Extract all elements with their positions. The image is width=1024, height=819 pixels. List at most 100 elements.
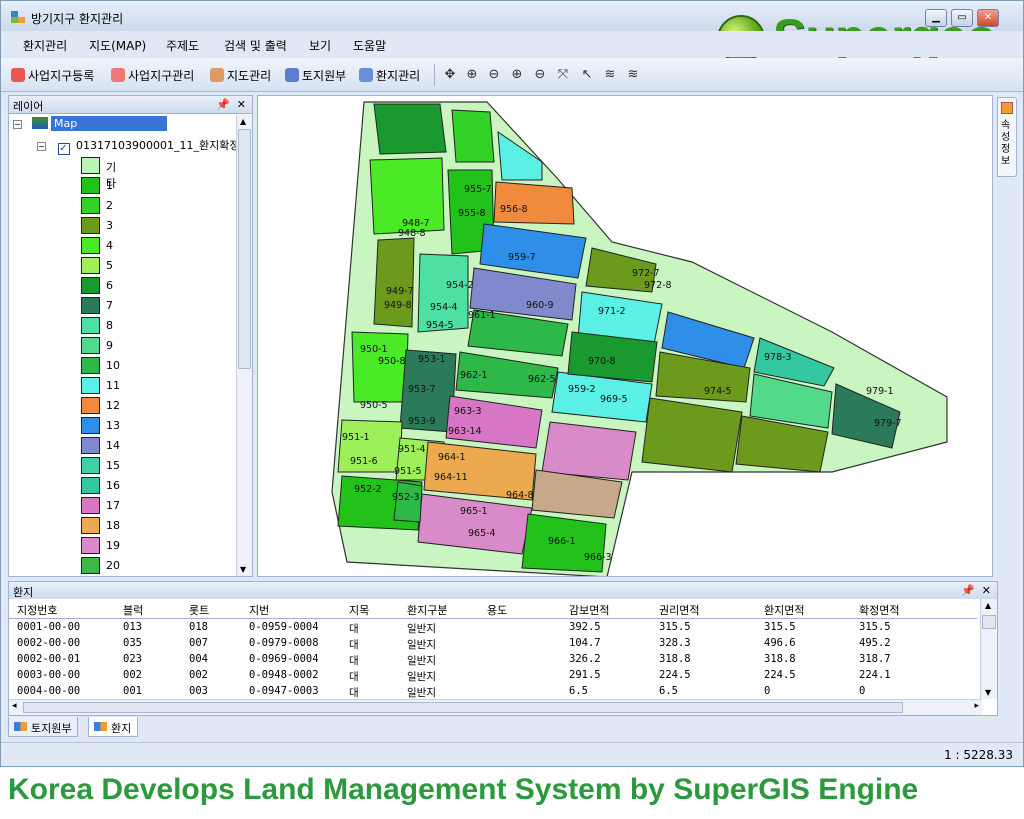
table-row[interactable]: 0001-00-00 013 018 0-0959-0004 대 일반지 392.5 315.… [9, 620, 977, 636]
table-cell: 318.8 [659, 653, 691, 665]
grid-horizontal-scrollbar[interactable]: ◂ ▸ [9, 699, 982, 715]
tab-land-register[interactable]: 토지원부 [8, 717, 79, 737]
tab-icon [14, 722, 27, 731]
select-icon[interactable]: ↖ [579, 67, 595, 83]
legend-swatch [81, 197, 100, 214]
attribute-info-tab[interactable]: 속성정보 [997, 97, 1017, 177]
collapse-icon[interactable]: − [37, 142, 46, 151]
legend-label: 9 [106, 339, 113, 352]
collapse-icon[interactable]: − [13, 120, 22, 129]
parcel-label: 963-14 [448, 426, 482, 437]
table-row[interactable]: 0003-00-00 002 002 0-0948-0002 대 일반지 291.5 224.… [9, 668, 977, 684]
scroll-left-icon[interactable]: ◂ [12, 701, 17, 711]
parcel-label: 950-8 [378, 356, 406, 367]
legend-label: 7 [106, 299, 113, 312]
scroll-thumb[interactable] [982, 615, 996, 629]
column-header[interactable]: 감보면적 [569, 602, 609, 618]
scroll-down-icon[interactable]: ▼ [985, 688, 991, 697]
scroll-thumb[interactable] [23, 702, 903, 713]
map-manage-button[interactable]: 지도관리 [210, 67, 271, 84]
tree-node-layer[interactable]: − ✓ 01317103900001_11_환지확정 [37, 137, 237, 155]
grid-vertical-scrollbar[interactable]: ▲ ▼ [980, 599, 997, 699]
parcel-block[interactable] [351, 331, 409, 403]
map-node-label: Map [51, 116, 168, 131]
zoom-in-icon[interactable]: ⊕ [509, 67, 525, 83]
layer-stack-2-icon[interactable]: ≋ [625, 67, 641, 83]
layer-stack-icon[interactable]: ≋ [602, 67, 618, 83]
close-icon[interactable]: ✕ [982, 584, 991, 597]
table-cell: 224.5 [764, 669, 796, 681]
scroll-up-icon[interactable]: ▲ [240, 117, 246, 126]
table-cell: 대 [349, 671, 359, 683]
parcel-label: 949-8 [384, 300, 412, 311]
column-header[interactable]: 권리면적 [659, 602, 699, 618]
map-manage-label: 지도관리 [227, 69, 272, 83]
scroll-up-icon[interactable]: ▲ [985, 601, 991, 610]
column-header[interactable]: 지정번호 [17, 602, 57, 618]
zoom-out-icon[interactable]: ⊖ [532, 67, 548, 83]
zoom-previous-icon[interactable]: ⊖ [486, 67, 502, 83]
column-header[interactable]: 용도 [487, 602, 507, 618]
replotting-grid-panel: 환지 📌 ✕ 지정번호 블럭 롯트 지번 지목 환지구분 용도 감보면적 권리면적 환지면적 확정면… [8, 581, 998, 716]
pin-icon[interactable]: 📌 [216, 98, 230, 111]
manage-district-button[interactable]: 사업지구관리 [111, 67, 194, 84]
map-view[interactable]: 955-7 955-8 956-8 948-7 948-8 959-7 972-7 972-8… [257, 95, 993, 577]
parcel-block[interactable] [493, 181, 575, 225]
table-cell: 대 [349, 623, 359, 635]
tab-replotting[interactable]: 환지 [88, 717, 139, 737]
table-cell: 023 [123, 653, 142, 665]
table-cell: 일반지 [407, 623, 436, 635]
scroll-thumb[interactable] [238, 129, 251, 369]
tree-node-map[interactable]: − Map [13, 116, 168, 131]
layer-scrollbar[interactable]: ▲ ▼ [236, 115, 252, 576]
table-row[interactable]: 0002-00-01 023 004 0-0969-0004 대 일반지 326.2 318.… [9, 652, 977, 668]
parcel-label: 953-9 [408, 416, 436, 427]
table-cell: 326.2 [569, 653, 601, 665]
column-header[interactable]: 환지구분 [407, 602, 447, 618]
table-row[interactable]: 0004-00-00 001 003 0-0947-0003 대 일반지 6.5 6.5 0 0 [9, 684, 977, 700]
menu-item-thematic-map[interactable]: 주제도 [166, 37, 199, 54]
column-header[interactable]: 블럭 [123, 602, 143, 618]
scroll-down-icon[interactable]: ▼ [240, 565, 246, 574]
close-icon[interactable]: ✕ [237, 98, 246, 111]
table-cell: 0001-00-00 [17, 621, 81, 633]
parcel-block[interactable] [373, 103, 447, 155]
menu-item-land-readjustment[interactable]: 환지관리 [23, 37, 67, 54]
column-header[interactable]: 확정면적 [859, 602, 899, 618]
legend-swatch [81, 497, 100, 514]
district-manage-icon [111, 68, 125, 82]
register-district-button[interactable]: 사업지구등록 [11, 67, 94, 84]
toolbar-separator [434, 64, 435, 86]
parcel-block[interactable] [373, 237, 415, 328]
scroll-right-icon[interactable]: ▸ [974, 701, 979, 711]
table-cell: 대 [349, 639, 359, 651]
pin-icon[interactable]: 📌 [961, 584, 975, 597]
menu-item-search-print[interactable]: 검색 및 출력 [224, 37, 287, 54]
zoom-extent-icon[interactable]: ⊕ [464, 67, 480, 83]
parcel-label: 962-5 [528, 374, 556, 385]
legend-label: 3 [106, 219, 113, 232]
menu-item-help[interactable]: 도움말 [353, 37, 386, 54]
menu-item-map[interactable]: 지도(MAP) [89, 37, 146, 54]
table-cell: 일반지 [407, 639, 436, 651]
parcel-label: 950-1 [360, 344, 388, 355]
parcel-block[interactable] [541, 421, 637, 481]
land-register-button[interactable]: 토지원부 [285, 67, 346, 84]
column-header[interactable]: 지번 [249, 602, 269, 618]
parcel-label: 951-1 [342, 432, 370, 443]
column-header[interactable]: 지목 [349, 602, 369, 618]
column-header[interactable]: 환지면적 [764, 602, 804, 618]
layer-panel-title: 레이어 [13, 100, 44, 113]
column-header[interactable]: 롯트 [189, 602, 209, 618]
pan-icon[interactable]: ✥ [442, 67, 458, 83]
parcel-block[interactable] [451, 109, 495, 163]
menu-item-view[interactable]: 보기 [309, 37, 331, 54]
table-cell: 104.7 [569, 637, 601, 649]
parcel-label: 960-9 [526, 300, 554, 311]
parcel-map[interactable]: 955-7955-8 956-8948-7948-8959-7972-7972-8… [258, 96, 993, 577]
replotting-manage-button[interactable]: 환지관리 [359, 67, 420, 84]
layer-visible-checkbox[interactable]: ✓ [57, 143, 70, 155]
table-row[interactable]: 0002-00-00 035 007 0-0979-0008 대 일반지 104.7 328.… [9, 636, 977, 652]
table-cell: 일반지 [407, 655, 436, 667]
full-extent-icon[interactable]: ⤧ [555, 67, 571, 83]
